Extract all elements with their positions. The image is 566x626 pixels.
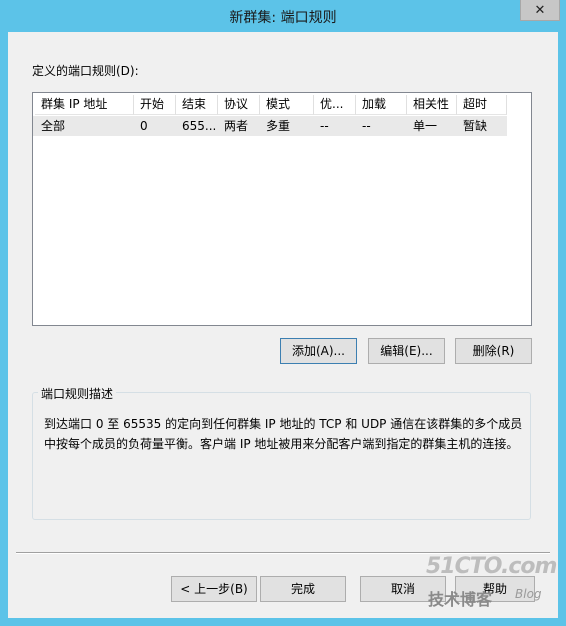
title-bar: 新群集: 端口规则 ✕	[0, 0, 566, 32]
dialog-client: 定义的端口规则(D): 群集 IP 地址 开始 结束 协议 模式 优... 加载…	[8, 32, 558, 618]
window-title: 新群集: 端口规则	[229, 10, 337, 26]
rule-description-group	[32, 392, 531, 520]
add-button[interactable]: 添加(A)...	[280, 338, 357, 364]
close-icon: ✕	[534, 2, 546, 18]
watermark-blog: Blog	[515, 587, 542, 601]
cell-cluster-ip: 全部	[41, 119, 66, 133]
finish-button[interactable]: 完成	[260, 576, 346, 602]
column-header-cluster-ip[interactable]: 群集 IP 地址	[35, 95, 134, 115]
table-row[interactable]: 全部 0 655... 两者 多重 -- -- 单一 暂缺	[33, 116, 507, 136]
port-rules-label: 定义的端口规则(D):	[32, 64, 139, 78]
column-header-affinity[interactable]: 相关性	[407, 95, 457, 115]
close-button[interactable]: ✕	[520, 0, 560, 21]
cell-affinity: 单一	[413, 119, 438, 133]
cell-load: --	[362, 119, 371, 133]
edit-button[interactable]: 编辑(E)...	[368, 338, 445, 364]
column-header-protocol[interactable]: 协议	[218, 95, 260, 115]
column-header-start[interactable]: 开始	[134, 95, 176, 115]
column-header-load[interactable]: 加载	[356, 95, 407, 115]
watermark-subtitle: 技术博客	[428, 590, 493, 609]
cell-end: 655...	[182, 119, 217, 133]
rule-description-text: 到达端口 0 至 65535 的定向到任何群集 IP 地址的 TCP 和 UDP…	[44, 417, 523, 451]
watermark-logo: 51CTO.com	[426, 554, 557, 579]
rule-description-title: 端口规则描述	[38, 385, 117, 402]
back-button[interactable]: < 上一步(B)	[171, 576, 257, 602]
port-rules-list[interactable]: 群集 IP 地址 开始 结束 协议 模式 优... 加载 相关性 超时 全部 0…	[32, 92, 532, 326]
column-header-mode[interactable]: 模式	[260, 95, 314, 115]
cell-timeout: 暂缺	[463, 119, 488, 133]
cell-start: 0	[140, 119, 148, 133]
cell-protocol: 两者	[224, 119, 249, 133]
column-header-timeout[interactable]: 超时	[457, 95, 507, 115]
delete-button[interactable]: 删除(R)	[455, 338, 532, 364]
column-header-end[interactable]: 结束	[176, 95, 218, 115]
cell-mode: 多重	[266, 119, 291, 133]
cell-priority: --	[320, 119, 329, 133]
column-header-priority[interactable]: 优...	[314, 95, 356, 115]
